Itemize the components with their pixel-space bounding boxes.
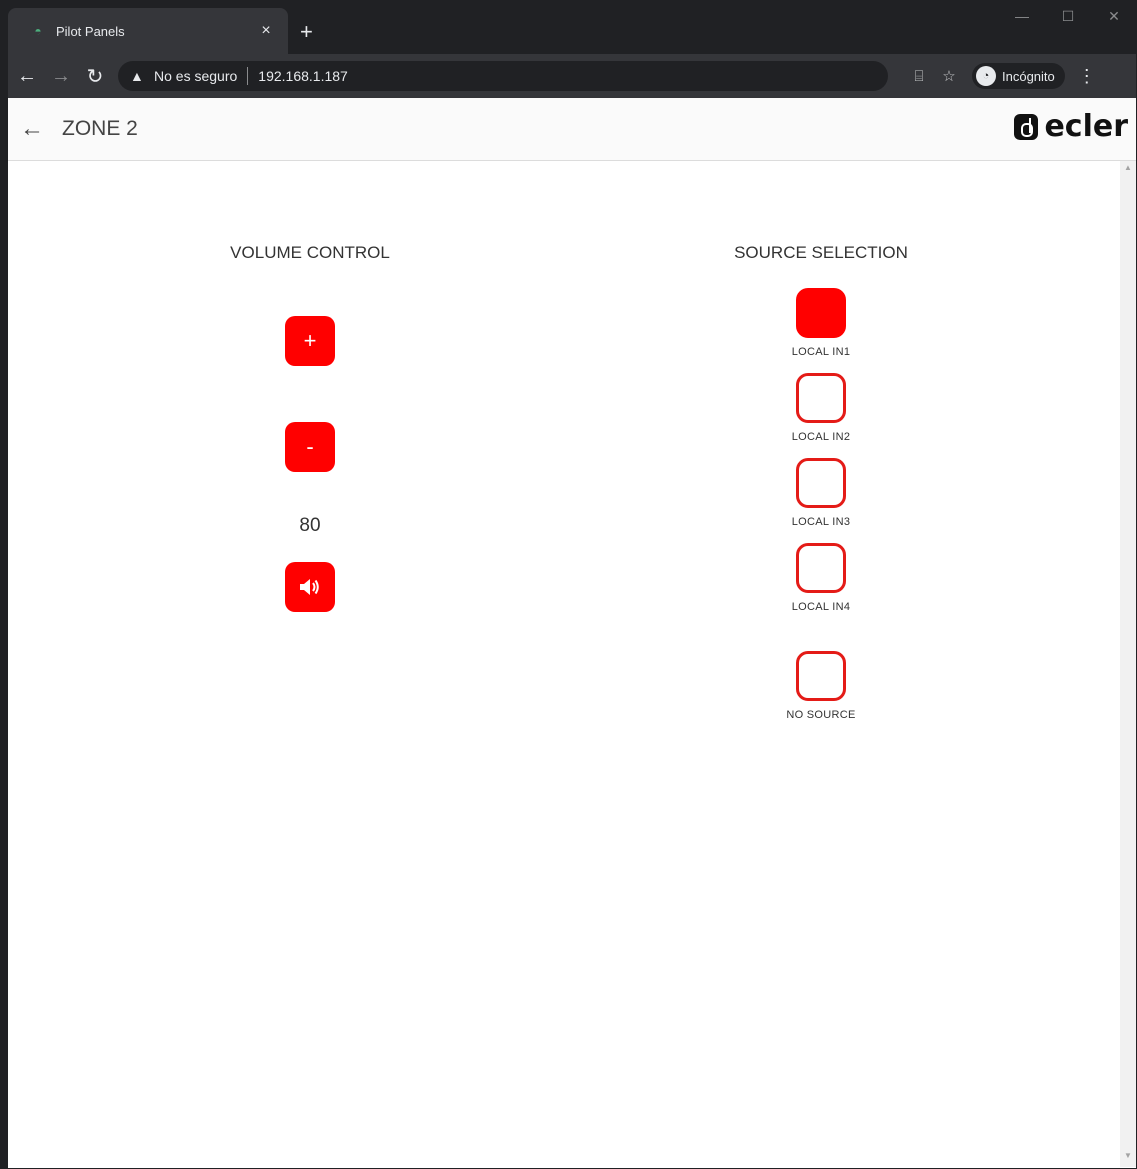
volume-down-label: - bbox=[306, 434, 314, 459]
speaker-icon bbox=[300, 579, 319, 595]
translate-icon[interactable]: ⌸ bbox=[904, 68, 934, 85]
source-label-local-in3: LOCAL IN3 bbox=[791, 516, 851, 528]
close-window-icon[interactable]: ✕ bbox=[1091, 0, 1137, 32]
tab-favicon-icon: ◓ bbox=[34, 24, 42, 38]
browser-tab[interactable]: ◓ Pilot Panels × bbox=[8, 8, 288, 54]
scroll-up-icon[interactable]: ▲ bbox=[1120, 163, 1136, 177]
warning-icon: ▲ bbox=[130, 68, 144, 84]
window-controls: — ☐ ✕ bbox=[999, 0, 1137, 32]
back-nav-icon[interactable]: ← bbox=[12, 61, 42, 91]
source-selection-heading: SOURCE SELECTION bbox=[734, 243, 908, 262]
volume-up-label: + bbox=[303, 328, 317, 353]
ecler-logo: ecler bbox=[1014, 112, 1128, 142]
scroll-down-icon[interactable]: ▼ bbox=[1120, 1151, 1136, 1165]
page-title: ZONE 2 bbox=[62, 117, 138, 140]
volume-value: 80 bbox=[299, 515, 321, 536]
address-url: 192.168.1.187 bbox=[258, 68, 348, 84]
incognito-badge[interactable]: ◔ Incógnito bbox=[972, 63, 1065, 89]
volume-down-button[interactable]: - bbox=[285, 422, 335, 472]
source-label-local-in1: LOCAL IN1 bbox=[791, 346, 851, 358]
volume-up-button[interactable]: + bbox=[285, 316, 335, 366]
source-button-local-in3[interactable] bbox=[796, 458, 846, 508]
back-arrow-icon[interactable]: ← bbox=[20, 115, 50, 143]
source-button-no-source[interactable] bbox=[796, 651, 846, 701]
source-label-local-in4: LOCAL IN4 bbox=[791, 601, 851, 613]
address-warning: No es seguro bbox=[154, 68, 238, 84]
maximize-icon[interactable]: ☐ bbox=[1045, 0, 1091, 32]
incognito-icon: ◔ bbox=[976, 66, 996, 86]
source-label-no-source: NO SOURCE bbox=[786, 709, 856, 721]
reload-icon[interactable]: ↻ bbox=[80, 61, 110, 91]
address-bar[interactable]: ▲ No es seguro 192.168.1.187 bbox=[118, 61, 888, 91]
source-button-local-in2[interactable] bbox=[796, 373, 846, 423]
tab-close-icon[interactable]: × bbox=[256, 22, 276, 40]
ecler-logo-text: ecler bbox=[1044, 109, 1128, 144]
forward-nav-icon[interactable]: → bbox=[46, 61, 76, 91]
main-content: VOLUME CONTROL + - 80 SOURCE SELECTION L… bbox=[8, 161, 1120, 1167]
tab-title: Pilot Panels bbox=[56, 23, 125, 39]
browser-menu-icon[interactable]: ⋮ bbox=[1073, 66, 1101, 87]
page-scrollbar[interactable]: ▲ ▼ bbox=[1120, 161, 1136, 1167]
source-button-local-in4[interactable] bbox=[796, 543, 846, 593]
source-label-local-in2: LOCAL IN2 bbox=[791, 431, 851, 443]
app-header: ← ZONE 2 ecler bbox=[8, 98, 1136, 161]
address-separator bbox=[247, 67, 249, 85]
browser-titlebar: ◓ Pilot Panels × + — ☐ ✕ bbox=[0, 0, 1137, 54]
source-button-local-in1[interactable] bbox=[796, 288, 846, 338]
incognito-label: Incógnito bbox=[1002, 68, 1055, 84]
mute-button[interactable] bbox=[285, 562, 335, 612]
ecler-logo-mark-icon bbox=[1014, 114, 1039, 140]
browser-toolbar: ← → ↻ ▲ No es seguro 192.168.1.187 ⌸ ☆ ◔… bbox=[8, 54, 1136, 98]
volume-control-heading: VOLUME CONTROL bbox=[230, 243, 390, 262]
new-tab-button[interactable]: + bbox=[300, 21, 313, 43]
bookmark-star-icon[interactable]: ☆ bbox=[934, 67, 964, 85]
minimize-icon[interactable]: — bbox=[999, 0, 1045, 32]
